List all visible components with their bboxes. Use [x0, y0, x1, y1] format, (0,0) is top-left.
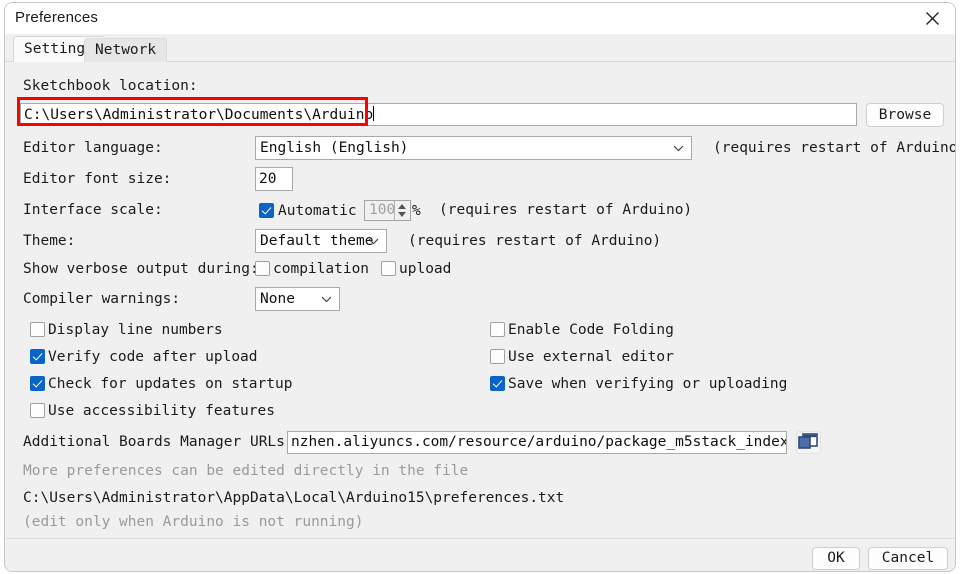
save-when-verifying-label[interactable]: Save when verifying or uploading	[508, 376, 787, 392]
verbose-output-label: Show verbose output during:	[23, 261, 259, 277]
save-when-verifying-checkbox[interactable]	[490, 376, 505, 391]
editor-language-select[interactable]: English (English)	[255, 136, 692, 160]
text-caret	[373, 106, 374, 121]
close-icon[interactable]	[909, 3, 955, 34]
stepper-up-icon[interactable]	[398, 204, 406, 209]
sketchbook-location-input[interactable]: C:\Users\Administrator\Documents\Arduino	[20, 103, 857, 126]
verify-code-after-upload-checkbox[interactable]	[30, 349, 45, 364]
interface-scale-label: Interface scale:	[23, 202, 163, 218]
editor-font-size-input[interactable]: 20	[255, 167, 293, 191]
verbose-upload-checkbox[interactable]	[381, 261, 396, 276]
verbose-compilation-checkbox[interactable]	[255, 261, 270, 276]
sketchbook-location-value: C:\Users\Administrator\Documents\Arduino	[24, 107, 373, 123]
preferences-file-path: C:\Users\Administrator\AppData\Local\Ard…	[23, 490, 564, 506]
chevron-down-icon	[673, 145, 684, 152]
compiler-warnings-label: Compiler warnings:	[23, 291, 180, 307]
dialog-button-bar: OK Cancel	[6, 538, 956, 572]
chevron-down-icon	[321, 296, 332, 303]
close-icon-glyph	[925, 11, 940, 26]
boards-manager-urls-label: Additional Boards Manager URLs:	[23, 434, 294, 450]
check-for-updates-label[interactable]: Check for updates on startup	[48, 376, 292, 392]
interface-scale-note: (requires restart of Arduino)	[439, 202, 692, 218]
stepper-down-icon[interactable]	[398, 212, 406, 217]
enable-code-folding-checkbox[interactable]	[490, 322, 505, 337]
tab-strip: Settings Network	[5, 34, 955, 62]
use-accessibility-features-label[interactable]: Use accessibility features	[48, 403, 275, 419]
cancel-button[interactable]: Cancel	[868, 547, 948, 570]
tab-network[interactable]: Network	[84, 38, 167, 62]
boards-manager-urls-input[interactable]: nzhen.aliyuncs.com/resource/arduino/pack…	[287, 431, 787, 454]
compiler-warnings-select[interactable]: None	[255, 287, 340, 311]
browse-button[interactable]: Browse	[866, 103, 944, 127]
open-window-icon-glyph	[798, 433, 819, 452]
display-line-numbers-checkbox[interactable]	[30, 322, 45, 337]
verify-code-after-upload-label[interactable]: Verify code after upload	[48, 349, 258, 365]
enable-code-folding-label[interactable]: Enable Code Folding	[508, 322, 674, 338]
editor-language-label: Editor language:	[23, 140, 163, 156]
interface-scale-stepper[interactable]: 100	[364, 200, 411, 221]
use-external-editor-checkbox[interactable]	[490, 349, 505, 364]
chevron-down-icon	[368, 238, 379, 245]
settings-panel: Sketchbook location: C:\Users\Administra…	[6, 62, 956, 538]
title-bar: Preferences	[5, 3, 955, 34]
edit-warning-note: (edit only when Arduino is not running)	[23, 514, 363, 530]
verbose-compilation-label[interactable]: compilation	[273, 261, 369, 277]
ok-button[interactable]: OK	[812, 547, 860, 570]
theme-note: (requires restart of Arduino)	[408, 233, 661, 249]
stepper-buttons[interactable]	[394, 201, 410, 220]
sketchbook-location-label: Sketchbook location:	[23, 78, 198, 94]
window-title: Preferences	[15, 9, 98, 26]
display-line-numbers-label[interactable]: Display line numbers	[48, 322, 223, 338]
check-for-updates-checkbox[interactable]	[30, 376, 45, 391]
theme-value: Default theme	[260, 230, 374, 252]
more-preferences-note: More preferences can be edited directly …	[23, 463, 468, 479]
interface-scale-automatic-checkbox[interactable]	[259, 203, 274, 218]
theme-select[interactable]: Default theme	[255, 229, 387, 253]
use-external-editor-label[interactable]: Use external editor	[508, 349, 674, 365]
interface-scale-value: 100	[369, 201, 395, 220]
preferences-dialog: Preferences Settings Network Sketchbook …	[4, 2, 956, 572]
use-accessibility-features-checkbox[interactable]	[30, 403, 45, 418]
interface-scale-automatic-label[interactable]: Automatic	[278, 203, 357, 219]
editor-language-note: (requires restart of Arduino)	[713, 140, 956, 156]
editor-language-value: English (English)	[260, 137, 408, 159]
editor-font-size-label: Editor font size:	[23, 171, 171, 187]
theme-label: Theme:	[23, 233, 75, 249]
verbose-upload-label[interactable]: upload	[399, 261, 451, 277]
interface-scale-percent: %	[412, 203, 421, 219]
open-window-icon[interactable]	[796, 431, 821, 454]
compiler-warnings-value: None	[260, 288, 295, 310]
